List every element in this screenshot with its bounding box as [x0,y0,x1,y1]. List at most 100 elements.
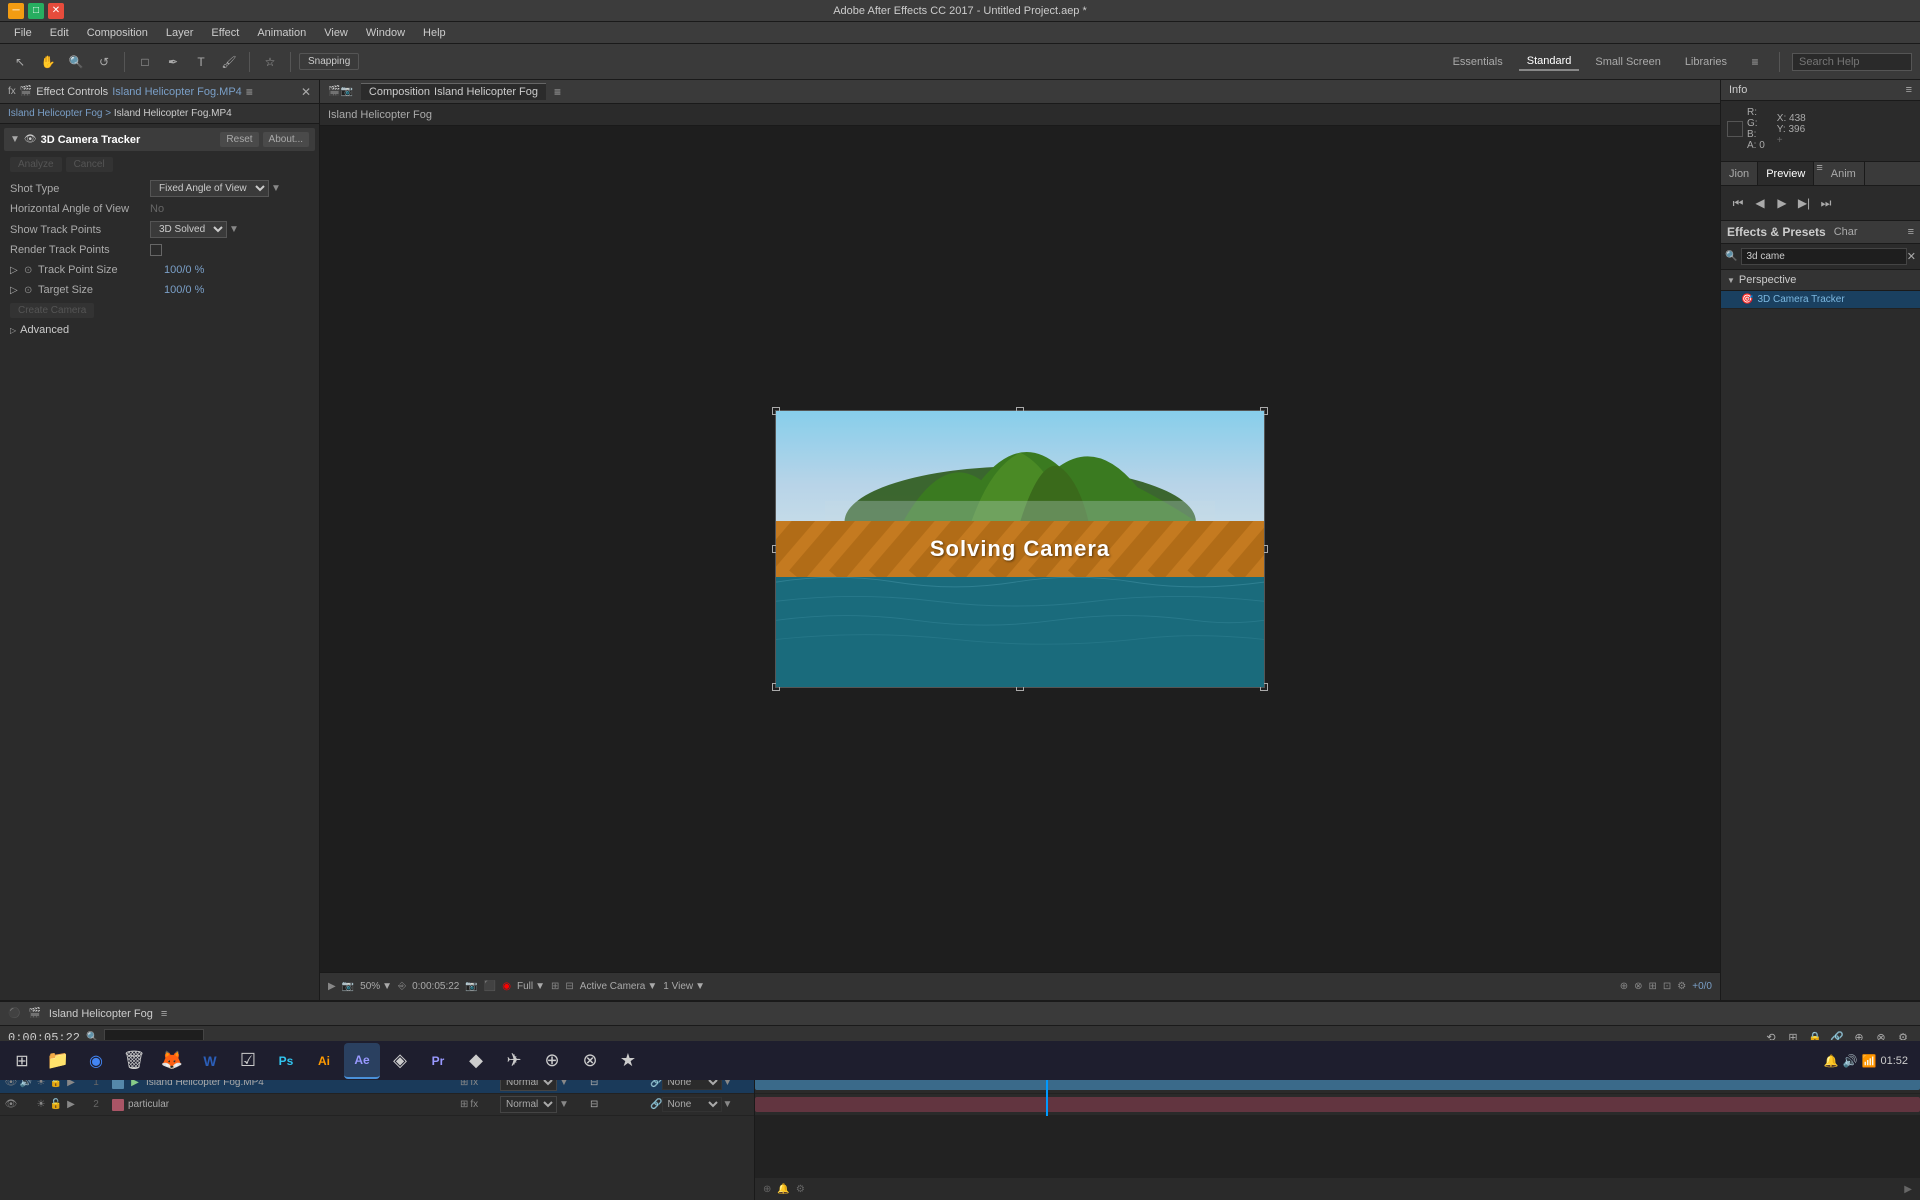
render-track-checkbox[interactable] [150,244,162,256]
taskbar-app11[interactable]: ◈ [382,1043,418,1079]
panel-close-icon[interactable]: ✕ [301,85,311,99]
menu-layer[interactable]: Layer [158,25,202,41]
view-dropdown[interactable]: 1 View ▼ [663,981,705,992]
effects-menu-icon[interactable]: ≡ [1908,226,1914,238]
tool-select[interactable]: ↖ [8,50,32,74]
tool-hand[interactable]: ✋ [36,50,60,74]
taskbar-app15[interactable]: ⊕ [534,1043,570,1079]
cancel-btn[interactable]: Cancel [66,157,113,172]
create-camera-btn[interactable]: Create Camera [10,303,94,318]
tool-brush[interactable]: 🖌 [217,50,241,74]
info-menu-icon[interactable]: ≡ [1906,84,1912,96]
tool-rect[interactable]: □ [133,50,157,74]
taskbar-app-firefox[interactable]: 🦊 [154,1043,190,1079]
tab-anim[interactable]: Anim [1823,162,1865,185]
layer-2-mode-dropdown[interactable]: Normal [500,1096,557,1113]
tab-essentials[interactable]: Essentials [1445,54,1511,70]
menu-edit[interactable]: Edit [42,25,77,41]
target-size-value[interactable]: 100/0 % [164,284,204,296]
track-size-value[interactable]: 100/0 % [164,264,204,276]
taskbar-app13[interactable]: ◆ [458,1043,494,1079]
tool-rotate[interactable]: ↺ [92,50,116,74]
taskbar-app-illustrator[interactable]: Ai [306,1043,342,1079]
effects-item-3d-camera-tracker[interactable]: 🎯 3D Camera Tracker [1721,291,1920,309]
tab-small-screen[interactable]: Small Screen [1587,54,1668,70]
panel-menu-icon[interactable]: ≡ [246,85,253,99]
show-track-dropdown[interactable]: 3D Solved [150,221,227,238]
track-size-expand[interactable]: ▷ [10,265,24,276]
menu-effect[interactable]: Effect [203,25,247,41]
menu-file[interactable]: File [6,25,40,41]
prev-back-button[interactable]: ◀ [1751,194,1769,212]
composition-tab[interactable]: Composition Island Helicopter Fog [361,83,546,100]
prev-last-button[interactable]: ⏭ [1817,194,1835,212]
layer-row-2[interactable]: 👁 ☀ 🔓 ▶ 2 particular ⊞ fx Norma [0,1094,754,1116]
maximize-button[interactable]: □ [28,3,44,19]
layer-2-solo-icon[interactable]: ☀ [34,1098,48,1112]
help-search-input[interactable] [1792,53,1912,71]
timeline-btn2[interactable]: 🔔 [777,1184,789,1195]
prev-play-button[interactable]: ▶ [1773,194,1791,212]
tab-standard[interactable]: Standard [1519,53,1580,71]
workspace-menu-button[interactable]: ≡ [1743,50,1767,74]
menu-view[interactable]: View [316,25,356,41]
taskbar-app-chrome[interactable]: ◉ [78,1043,114,1079]
layer-2-parent-dropdown[interactable]: None [662,1097,722,1112]
shot-type-dropdown[interactable]: Fixed Angle of View [150,180,269,197]
taskbar-app-telegram[interactable]: ✈ [496,1043,532,1079]
analyze-btn[interactable]: Analyze [10,157,62,172]
menu-help[interactable]: Help [415,25,454,41]
quality-dropdown[interactable]: Full ▼ [517,981,545,992]
menu-composition[interactable]: Composition [79,25,156,41]
timeline-scroll-right[interactable]: ▶ [1904,1184,1912,1195]
tool-pen[interactable]: ✒ [161,50,185,74]
effect-expand-icon[interactable]: ▼ [10,134,20,145]
layer-2-collapse-icon[interactable]: ▶ [64,1098,78,1112]
layer-2-name-cell[interactable]: particular [108,1099,460,1111]
taskbar-app-word[interactable]: W [192,1043,228,1079]
zoom-control[interactable]: 50% ▼ [360,981,392,992]
about-button[interactable]: About... [263,132,309,147]
comp-viewer[interactable]: Solving Camera [320,126,1720,972]
effect-vis-icon[interactable]: 👁 [24,134,37,145]
timecode-display[interactable]: 0:00:05:22 [412,981,459,992]
tab-preview[interactable]: Preview [1758,162,1814,185]
taskbar-app17[interactable]: ★ [610,1043,646,1079]
tool-zoom[interactable]: 🔍 [64,50,88,74]
tab-jion[interactable]: Jion [1721,162,1758,185]
taskbar-app-explorer[interactable]: 📁 [40,1043,76,1079]
taskbar-app-premiere[interactable]: Pr [420,1043,456,1079]
comp-panel-menu[interactable]: ≡ [554,85,561,99]
effects-search-input[interactable] [1741,248,1906,265]
tool-text[interactable]: T [189,50,213,74]
char-tab[interactable]: Char [1834,226,1858,238]
taskbar-app-photoshop[interactable]: Ps [268,1043,304,1079]
snapping-button[interactable]: Snapping [299,53,359,70]
tab-libraries[interactable]: Libraries [1677,54,1735,70]
close-button[interactable]: ✕ [48,3,64,19]
taskbar-app7[interactable]: ☑ [230,1043,266,1079]
timeline-menu-icon[interactable]: ≡ [161,1008,167,1020]
effects-search-clear[interactable]: ✕ [1907,250,1916,263]
taskbar-app16[interactable]: ⊗ [572,1043,608,1079]
layer-2-lock-icon[interactable]: 🔓 [49,1098,63,1112]
layer-2-audio-icon[interactable] [19,1098,33,1112]
breadcrumb-layer[interactable]: Island Helicopter Fog.MP4 [114,108,232,119]
taskbar-start-btn[interactable]: ⊞ [4,1043,40,1079]
timeline-btn1[interactable]: ⊕ [763,1184,771,1195]
reset-button[interactable]: Reset [220,132,258,147]
minimize-button[interactable]: ─ [8,3,24,19]
prev-first-button[interactable]: ⏮ [1729,194,1747,212]
effects-category-perspective[interactable]: ▼ Perspective [1721,270,1920,291]
taskbar-app-recycle[interactable]: 🗑 [116,1043,152,1079]
taskbar-app-ae[interactable]: Ae [344,1043,380,1079]
timeline-btn3[interactable]: ⚙ [796,1184,805,1195]
tool-puppet[interactable]: ☆ [258,50,282,74]
menu-window[interactable]: Window [358,25,413,41]
layer-2-vis-icon[interactable]: 👁 [4,1098,18,1112]
advanced-section[interactable]: ▷ Advanced [4,320,315,340]
breadcrumb-comp[interactable]: Island Helicopter Fog [8,108,103,119]
prev-forward-button[interactable]: ▶| [1795,194,1813,212]
camera-dropdown[interactable]: Active Camera ▼ [580,981,657,992]
target-size-expand[interactable]: ▷ [10,285,24,296]
